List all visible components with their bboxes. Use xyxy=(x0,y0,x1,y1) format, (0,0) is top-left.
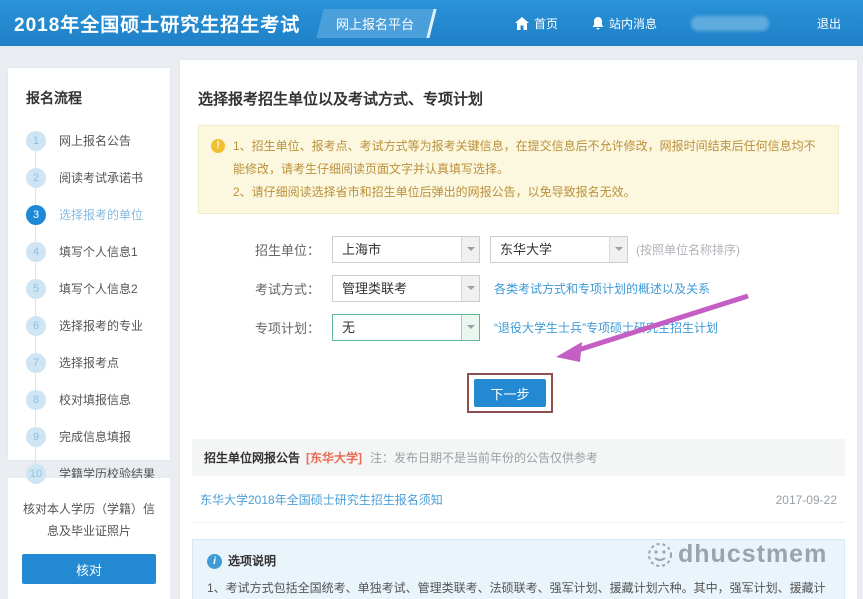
username-redacted xyxy=(691,16,769,31)
header-nav: 首页 站内消息 退出 xyxy=(515,15,863,32)
step-7-choose-exam-site[interactable]: 7 选择报考点 xyxy=(8,344,170,381)
nav-home[interactable]: 首页 xyxy=(515,15,558,32)
special-plan-select[interactable]: 无 xyxy=(332,314,480,341)
exam-mode-select-value: 管理类联考 xyxy=(342,281,407,296)
bell-icon xyxy=(592,17,604,30)
special-plan-label: 专项计划： xyxy=(248,318,320,337)
step-label: 选择报考的单位 xyxy=(59,206,143,223)
step-label: 网上报名公告 xyxy=(59,132,131,149)
announcement-header: 招生单位网报公告 [东华大学] 注：发布日期不是当前年份的公告仅供参考 xyxy=(192,439,845,476)
notice-box: ! 1、招生单位、报考点、考试方式等为报考关键信息，在提交信息后不允许修改，网报… xyxy=(198,125,839,214)
step-number: 4 xyxy=(26,242,46,262)
form-row-special-plan: 专项计划： 无 “退役大学生士兵”专项硕士研究生招生计划 xyxy=(248,314,857,341)
platform-badge: 网上报名平台 xyxy=(317,9,437,38)
step-5-personal-info-2[interactable]: 5 填写个人信息2 xyxy=(8,270,170,307)
logout-link[interactable]: 退出 xyxy=(817,15,841,32)
chevron-down-icon xyxy=(461,276,479,301)
unit-select[interactable]: 东华大学 xyxy=(490,236,628,263)
notice-line-1: 1、招生单位、报考点、考试方式等为报考关键信息，在提交信息后不允许修改，网报时间… xyxy=(233,135,824,181)
step-label: 选择报考点 xyxy=(59,354,119,371)
nav-home-label: 首页 xyxy=(534,15,558,32)
unit-select-value: 东华大学 xyxy=(500,242,552,257)
step-4-personal-info-1[interactable]: 4 填写个人信息1 xyxy=(8,233,170,270)
step-number: 2 xyxy=(26,168,46,188)
info-icon: i xyxy=(207,554,222,569)
chevron-down-icon xyxy=(461,315,479,340)
special-plan-select-value: 无 xyxy=(342,320,355,335)
verify-panel: 核对本人学历（学籍）信息及毕业证照片 核对 xyxy=(8,478,170,599)
nav-messages[interactable]: 站内消息 xyxy=(592,15,657,32)
step-number: 6 xyxy=(26,316,46,336)
step-number: 5 xyxy=(26,279,46,299)
step-number: 3 xyxy=(26,205,46,225)
step-number: 1 xyxy=(26,131,46,151)
chevron-down-icon xyxy=(461,237,479,262)
step-3-choose-unit-current[interactable]: 3 选择报考的单位 xyxy=(8,196,170,233)
main-panel: 选择报考招生单位以及考试方式、专项计划 ! 1、招生单位、报考点、考试方式等为报… xyxy=(180,60,857,599)
unit-sort-hint: (按照单位名称排序) xyxy=(636,241,740,258)
announcement-note: 注：发布日期不是当前年份的公告仅供参考 xyxy=(370,449,598,466)
step-number: 10 xyxy=(26,464,46,484)
step-label: 完成信息填报 xyxy=(59,428,131,445)
step-label: 填写个人信息1 xyxy=(59,243,138,260)
veteran-plan-link[interactable]: “退役大学生士兵”专项硕士研究生招生计划 xyxy=(494,319,718,336)
sidebar: 报名流程 1 网上报名公告 2 阅读考试承诺书 3 选择报考的单位 4 填写个人… xyxy=(8,68,170,460)
next-step-button[interactable]: 下一步 xyxy=(474,379,546,407)
home-icon xyxy=(515,17,529,30)
watermark: dhucstmem xyxy=(646,540,827,569)
app-title: 2018年全国硕士研究生招生考试 xyxy=(14,10,300,37)
exam-mode-select[interactable]: 管理类联考 xyxy=(332,275,480,302)
step-label: 校对填报信息 xyxy=(59,391,131,408)
page-title: 选择报考招生单位以及考试方式、专项计划 xyxy=(198,88,839,109)
step-number: 9 xyxy=(26,427,46,447)
verify-note: 核对本人学历（学籍）信息及毕业证照片 xyxy=(20,498,158,542)
step-1-online-announcement[interactable]: 1 网上报名公告 xyxy=(8,122,170,159)
step-8-proofread-info[interactable]: 8 校对填报信息 xyxy=(8,381,170,418)
step-label: 阅读考试承诺书 xyxy=(59,169,143,186)
chevron-down-icon xyxy=(609,237,627,262)
notice-line-2: 2、请仔细阅读选择省市和招生单位后弹出的网报公告，以免导致报名无效。 xyxy=(233,181,824,204)
exam-mode-label: 考试方式： xyxy=(248,279,320,298)
form-row-exam-mode: 考试方式： 管理类联考 各类考试方式和专项计划的概述以及关系 xyxy=(248,275,857,302)
exam-mode-help-link[interactable]: 各类考试方式和专项计划的概述以及关系 xyxy=(494,280,710,297)
step-list: 1 网上报名公告 2 阅读考试承诺书 3 选择报考的单位 4 填写个人信息1 5… xyxy=(8,122,170,492)
warning-icon: ! xyxy=(211,139,225,153)
step-label: 填写个人信息2 xyxy=(59,280,138,297)
announcement-item: 东华大学2018年全国硕士研究生招生报名须知 2017-09-22 xyxy=(192,476,845,523)
app-header: 2018年全国硕士研究生招生考试 网上报名平台 首页 站内消息 退出 xyxy=(0,0,863,46)
instruction-line-1: 1、考试方式包括全国统考、单独考试、管理类联考、法硕联考、强军计划、援藏计划六种… xyxy=(207,577,830,599)
step-label: 选择报考的专业 xyxy=(59,317,143,334)
selection-form: 招生单位： 上海市 东华大学 (按照单位名称排序) 考试方式： 管理类联考 各类… xyxy=(248,236,857,341)
nav-messages-label: 站内消息 xyxy=(609,15,657,32)
step-9-finish-info[interactable]: 9 完成信息填报 xyxy=(8,418,170,455)
step-2-read-pledge[interactable]: 2 阅读考试承诺书 xyxy=(8,159,170,196)
step-6-choose-major[interactable]: 6 选择报考的专业 xyxy=(8,307,170,344)
watermark-text: dhucstmem xyxy=(678,540,827,569)
sidebar-title: 报名流程 xyxy=(8,68,170,108)
announcement-item-link[interactable]: 东华大学2018年全国硕士研究生招生报名须知 xyxy=(200,491,443,508)
announcement-title: 招生单位网报公告 xyxy=(204,449,300,466)
next-button-highlight-box: 下一步 xyxy=(467,373,553,413)
instructions-title: 选项说明 xyxy=(228,550,276,573)
step-number: 7 xyxy=(26,353,46,373)
province-select[interactable]: 上海市 xyxy=(332,236,480,263)
smiley-face-icon xyxy=(646,541,674,569)
unit-label: 招生单位： xyxy=(248,240,320,259)
verify-button[interactable]: 核对 xyxy=(22,554,156,584)
step-number: 8 xyxy=(26,390,46,410)
province-select-value: 上海市 xyxy=(342,242,381,257)
announcement-unit: [东华大学] xyxy=(306,449,362,466)
announcement-item-date: 2017-09-22 xyxy=(776,493,837,507)
form-row-unit: 招生单位： 上海市 东华大学 (按照单位名称排序) xyxy=(248,236,857,263)
platform-badge-label: 网上报名平台 xyxy=(336,14,414,33)
